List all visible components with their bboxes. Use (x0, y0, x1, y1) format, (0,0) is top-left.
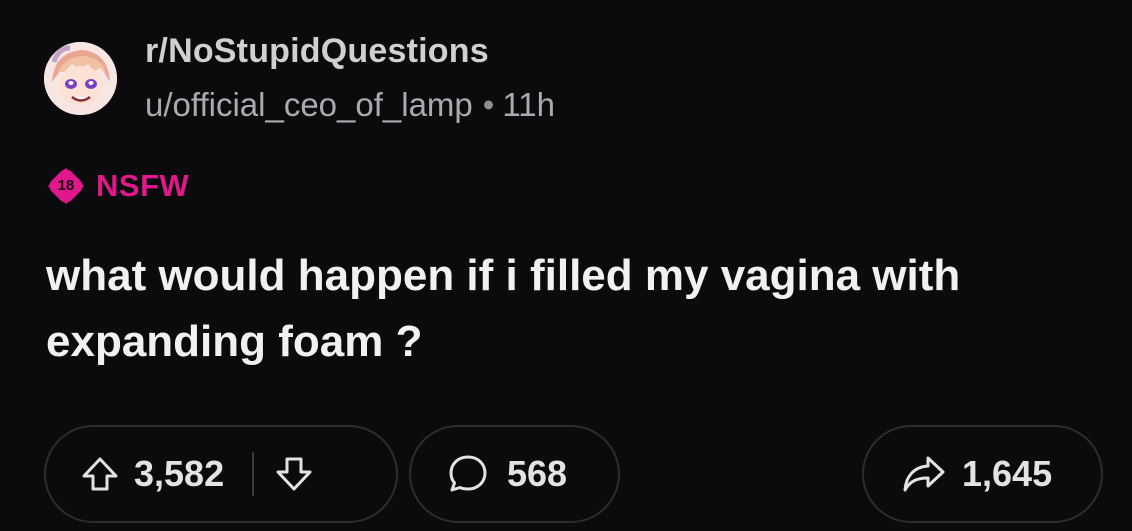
vote-divider (252, 452, 255, 496)
author-avatar[interactable] (44, 42, 117, 115)
comments-button[interactable]: 568 (409, 425, 620, 523)
arrow-down-icon[interactable] (274, 454, 314, 494)
avatar-image (44, 42, 117, 115)
author-link[interactable]: u/official_ceo_of_lamp (145, 86, 473, 123)
subreddit-link[interactable]: r/NoStupidQuestions (145, 32, 489, 71)
arrow-up-icon[interactable] (80, 454, 120, 494)
comment-bubble-icon (449, 455, 487, 492)
nsfw-tag: 18 NSFW (46, 166, 189, 206)
nsfw-icon: 18 (46, 166, 86, 206)
vote-bar: 3,582 (44, 425, 398, 523)
post-title[interactable]: what would happen if i filled my vagina … (46, 243, 1096, 375)
share-arrow-icon (903, 456, 945, 492)
nsfw-label: NSFW (96, 168, 190, 203)
post-age: 11h (502, 86, 555, 123)
share-button[interactable]: 1,645 (862, 425, 1103, 523)
vote-count: 3,582 (134, 453, 225, 494)
comment-count: 568 (507, 453, 568, 494)
meta-separator: • (482, 86, 495, 123)
nsfw-badge-text: 18 (57, 177, 75, 194)
share-count: 1,645 (962, 453, 1053, 494)
post-meta: u/official_ceo_of_lamp • 11h (145, 86, 555, 124)
